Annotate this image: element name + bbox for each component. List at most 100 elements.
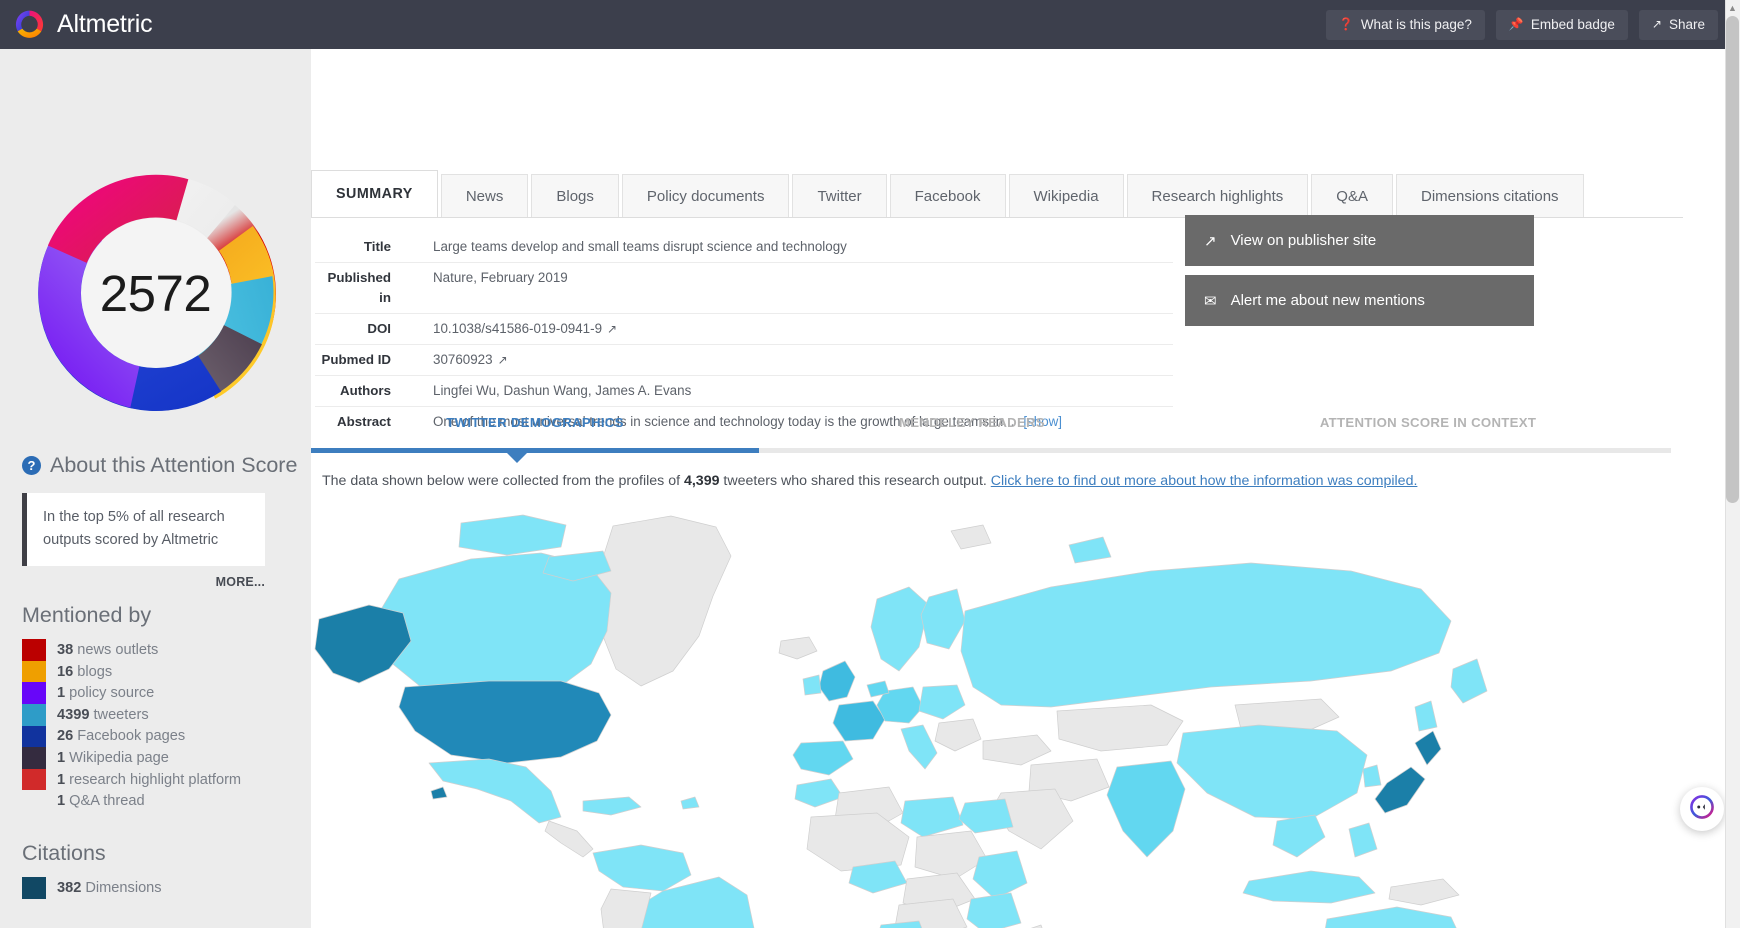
mention-count: 38	[57, 642, 74, 659]
attention-score-badge[interactable]: 2572	[22, 159, 290, 427]
list-item[interactable]: 1 Wikipedia page	[22, 747, 311, 769]
tab-dimensions-citations[interactable]: Dimensions citations	[1395, 174, 1584, 217]
share-icon: ↗	[1651, 17, 1662, 31]
subtab-twitter-demographics[interactable]: TWITTER DEMOGRAPHICS	[311, 415, 759, 448]
article-detail-table: Title Large teams develop and small team…	[315, 232, 1173, 437]
row-label: Published in	[327, 270, 391, 306]
tab-news[interactable]: News	[440, 174, 529, 217]
mention-label: tweeters	[93, 706, 149, 723]
page-scrollbar[interactable]: ▲	[1725, 0, 1740, 928]
world-choropleth-svg	[311, 501, 1740, 928]
table-row: Title Large teams develop and small team…	[315, 232, 1173, 264]
mention-count: 26	[57, 728, 74, 745]
scrollbar-thumb[interactable]	[1726, 16, 1739, 503]
tab-facebook[interactable]: Facebook	[889, 174, 1006, 217]
external-link-icon[interactable]: ↗	[498, 351, 508, 369]
subtab-mendeley-readers[interactable]: MENDELEY READERS	[759, 415, 1185, 448]
row-label: Authors	[340, 383, 391, 399]
citations-heading: Citations	[22, 840, 106, 865]
twitter-demographics-map[interactable]	[311, 501, 1740, 928]
sub-tab-bar: TWITTER DEMOGRAPHICS MENDELEY READERS AT…	[311, 415, 1671, 463]
question-circle-icon: ?	[22, 456, 41, 475]
list-item[interactable]: 4399 tweeters	[22, 704, 311, 726]
row-label: DOI	[367, 320, 391, 336]
scroll-up-arrow-icon[interactable]: ▲	[1727, 2, 1738, 14]
tab-qa[interactable]: Q&A	[1311, 174, 1393, 217]
external-link-icon[interactable]: ↗	[607, 320, 617, 338]
mention-label: Q&A thread	[69, 793, 145, 810]
mentioned-by-heading: Mentioned by	[22, 603, 152, 628]
row-value: Lingfei Wu, Dashun Wang, James A. Evans	[433, 383, 692, 399]
mention-count: 1	[57, 749, 66, 766]
alert-me-button[interactable]: ✉ Alert me about new mentions	[1185, 275, 1534, 326]
article-actions: ↗ View on publisher site ✉ Alert me abou…	[1185, 215, 1534, 335]
data-source-note: The data shown below were collected from…	[322, 473, 1417, 489]
sub-tab-indicator-arrow	[507, 453, 527, 463]
altmetric-details-page: Altmetric ❓ What is this page? 📌 Embed b…	[0, 0, 1740, 928]
doi-value: 10.1038/s41586-019-0941-9	[433, 320, 603, 336]
sidebar: 2572 ? About this Attention Score In the…	[0, 49, 311, 928]
table-row: Pubmed ID 30760923 ↗	[315, 345, 1173, 377]
share-label: Share	[1668, 16, 1705, 32]
row-value-doi[interactable]: 10.1038/s41586-019-0941-9 ↗	[433, 319, 617, 339]
tab-twitter[interactable]: Twitter	[792, 174, 887, 217]
brand-name: Altmetric	[57, 10, 153, 38]
main-content: SUMMARY News Blogs Policy documents Twit…	[311, 49, 1740, 928]
color-swatch	[22, 725, 46, 748]
row-value: Nature, February 2019	[433, 270, 568, 286]
color-swatch	[22, 790, 46, 812]
list-item[interactable]: 26 Facebook pages	[22, 725, 311, 748]
view-on-publisher-site-label: View on publisher site	[1230, 232, 1377, 249]
list-item[interactable]: 382 Dimensions	[22, 876, 311, 899]
chat-widget-button[interactable]	[1680, 787, 1724, 831]
list-item[interactable]: 1 research highlight platform	[22, 768, 311, 791]
brand-logo-link[interactable]: Altmetric	[13, 8, 153, 41]
about-attention-score-label: About this Attention Score	[50, 453, 298, 477]
tab-summary[interactable]: SUMMARY	[311, 170, 438, 217]
tab-blogs[interactable]: Blogs	[531, 174, 619, 217]
view-on-publisher-site-button[interactable]: ↗ View on publisher site	[1185, 215, 1534, 266]
color-swatch	[22, 639, 46, 661]
embed-badge-button[interactable]: 📌 Embed badge	[1495, 9, 1628, 40]
share-button[interactable]: ↗ Share	[1638, 9, 1718, 40]
color-swatch	[22, 704, 46, 726]
mention-label: policy source	[69, 685, 155, 702]
sub-tab-indicator-track	[311, 448, 1671, 463]
table-row: Published in Nature, February 2019	[315, 263, 1173, 314]
row-value: Large teams develop and small teams disr…	[433, 239, 847, 254]
row-label: Title	[363, 239, 391, 254]
data-note-link[interactable]: Click here to find out more about how th…	[991, 473, 1418, 489]
mentioned-by-list: 38 news outlets 16 blogs 1 policy source…	[22, 639, 311, 812]
mention-label: news outlets	[77, 642, 159, 659]
list-item[interactable]: 38 news outlets	[22, 639, 311, 661]
mention-label: Facebook pages	[77, 728, 186, 745]
tab-wikipedia[interactable]: Wikipedia	[1008, 174, 1124, 217]
tab-bar: SUMMARY News Blogs Policy documents Twit…	[311, 170, 1683, 218]
more-link[interactable]: MORE...	[0, 575, 265, 589]
tab-research-highlights[interactable]: Research highlights	[1126, 174, 1309, 217]
mention-label: Wikipedia page	[69, 749, 169, 766]
list-item[interactable]: 1 Q&A thread	[22, 790, 311, 812]
list-item[interactable]: 1 policy source	[22, 682, 311, 704]
region-ireland	[802, 674, 822, 696]
question-mark-icon: ❓	[1338, 17, 1354, 31]
region-peru-bolivia	[600, 888, 652, 928]
about-attention-score-heading[interactable]: ? About this Attention Score	[22, 453, 311, 478]
mention-count: 1	[57, 771, 66, 788]
region-kazakhstan	[1056, 704, 1184, 752]
mention-count: 1	[57, 685, 66, 702]
table-row: Authors Lingfei Wu, Dashun Wang, James A…	[315, 376, 1173, 408]
row-value-pubmed[interactable]: 30760923 ↗	[433, 350, 508, 370]
topbar-actions: ❓ What is this page? 📌 Embed badge ↗ Sha…	[1325, 9, 1718, 40]
citation-label: Dimensions	[85, 879, 162, 896]
tab-policy-documents[interactable]: Policy documents	[621, 174, 790, 217]
altmetric-donut-logo-icon	[13, 8, 46, 41]
list-item[interactable]: 16 blogs	[22, 660, 311, 683]
data-note-prefix: The data shown below were collected from…	[322, 473, 684, 489]
envelope-icon: ✉	[1204, 292, 1217, 310]
external-link-icon: ↗	[1204, 232, 1217, 250]
mention-label: blogs	[77, 663, 113, 680]
what-is-this-page-button[interactable]: ❓ What is this page?	[1325, 9, 1485, 40]
subtab-attention-score-in-context[interactable]: ATTENTION SCORE IN CONTEXT	[1185, 415, 1671, 448]
color-swatch	[22, 682, 46, 704]
